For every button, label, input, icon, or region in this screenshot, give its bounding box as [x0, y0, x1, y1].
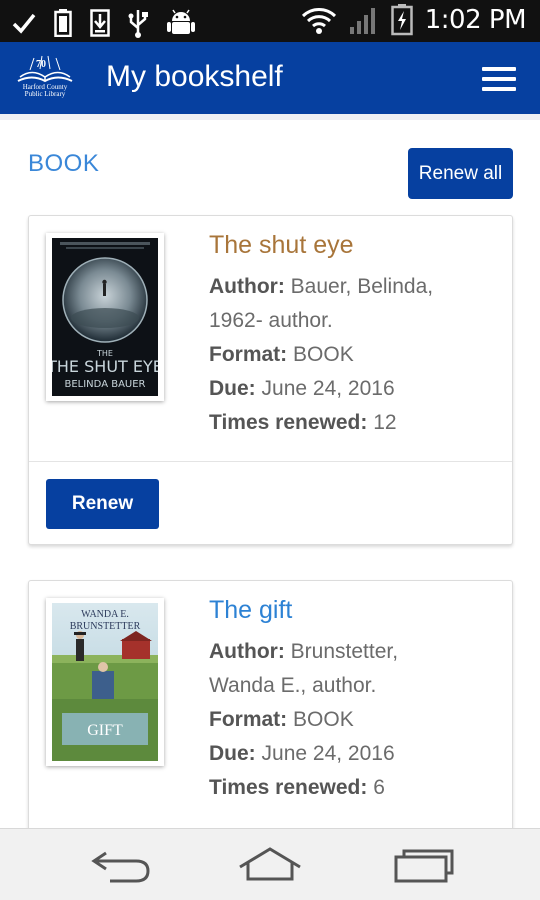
book-details: The gift Author: Brunstetter, Wanda E., …: [209, 595, 499, 805]
menu-bar: [482, 87, 516, 91]
battery-icon: [390, 4, 413, 36]
due-value: June 24, 2016: [261, 377, 395, 400]
author-label: Author:: [209, 275, 285, 298]
renewed-label: Times renewed:: [209, 411, 368, 434]
menu-bar: [482, 67, 516, 71]
renew-all-button[interactable]: Renew all: [408, 148, 513, 199]
home-icon[interactable]: [234, 843, 306, 887]
card-divider: [29, 461, 512, 462]
status-bar-left-icons: [12, 8, 196, 38]
status-bar: 1:02 PM: [0, 0, 540, 42]
system-nav-bar: [0, 828, 540, 900]
logo-caption-line: Public Library: [24, 90, 66, 98]
book-cover[interactable]: WANDA E. BRUNSTETTER GIFT: [46, 598, 164, 766]
renewed-line: Times renewed: 12: [209, 406, 499, 440]
cover-illustration-icon: WANDA E. BRUNSTETTER GIFT: [52, 603, 158, 761]
renew-button[interactable]: Renew: [46, 479, 159, 529]
renewed-line: Times renewed: 6: [209, 771, 499, 805]
cover-art-shut-eye: THE THE SHUT EYE BELINDA BAUER: [52, 238, 158, 396]
author-value: Bauer, Belinda,: [290, 275, 434, 298]
format-line: Format: BOOK: [209, 703, 499, 737]
cover-art-gift: WANDA E. BRUNSTETTER GIFT: [52, 603, 158, 761]
author-line: Author: Brunstetter,: [209, 635, 499, 669]
book-title-link[interactable]: The gift: [209, 595, 499, 625]
author-line: Author: Bauer, Belinda,: [209, 270, 499, 304]
author-value: Brunstetter,: [290, 640, 399, 663]
renewed-value: 12: [373, 411, 397, 434]
cover-title-text: THE SHUT EYE: [52, 357, 158, 376]
logo-number: 70: [36, 59, 46, 70]
due-line: Due: June 24, 2016: [209, 372, 499, 406]
cover-title-text: GIFT: [87, 722, 123, 739]
recent-apps-icon[interactable]: [386, 843, 458, 887]
book-details: The shut eye Author: Bauer, Belinda, 196…: [209, 230, 499, 440]
cover-author-text: BRUNSTETTER: [70, 621, 141, 632]
format-value: BOOK: [293, 343, 354, 366]
due-value: June 24, 2016: [261, 742, 395, 765]
check-icon: [12, 13, 36, 34]
book-cover[interactable]: THE THE SHUT EYE BELINDA BAUER: [46, 233, 164, 401]
wifi-icon: [301, 8, 336, 34]
bookshelf-content[interactable]: BOOK Renew all THE THE SHUT EYE BELINDA …: [0, 114, 540, 828]
renewed-label: Times renewed:: [209, 776, 368, 799]
renewed-value: 6: [373, 776, 385, 799]
page-title: My bookshelf: [106, 60, 283, 93]
author-line-continued: Wanda E., author.: [209, 674, 377, 697]
due-label: Due:: [209, 742, 256, 765]
book-title-link[interactable]: The shut eye: [209, 230, 499, 260]
hamburger-menu-icon[interactable]: [482, 67, 516, 91]
book-card: WANDA E. BRUNSTETTER GIFT The gift Autho…: [28, 580, 513, 828]
status-time: 1:02 PM: [424, 5, 527, 35]
format-label: Format:: [209, 708, 288, 731]
usb-icon: [128, 10, 148, 38]
format-label: Format:: [209, 343, 288, 366]
menu-bar: [482, 77, 516, 81]
cover-illustration-icon: THE THE SHUT EYE BELINDA BAUER: [52, 238, 158, 396]
library-logo[interactable]: 70 Harford County Public Library: [14, 54, 76, 102]
due-line: Due: June 24, 2016: [209, 737, 499, 771]
back-icon[interactable]: [86, 843, 158, 887]
section-title: BOOK: [28, 150, 100, 177]
format-line: Format: BOOK: [209, 338, 499, 372]
open-book-logo-icon: 70: [17, 55, 73, 83]
battery-saver-icon: [54, 9, 72, 37]
logo-caption: Harford County Public Library: [14, 84, 76, 98]
cover-author-text: BELINDA BAUER: [64, 379, 145, 390]
format-value: BOOK: [293, 708, 354, 731]
status-bar-right-icons: 1:02 PM: [301, 4, 527, 36]
author-label: Author:: [209, 640, 285, 663]
download-icon: [90, 9, 110, 37]
cover-author-text: WANDA E.: [81, 609, 129, 620]
content-divider: [0, 114, 540, 120]
author-line-continued: 1962- author.: [209, 309, 333, 332]
book-card: THE THE SHUT EYE BELINDA BAUER The shut …: [28, 215, 513, 545]
signal-icon: [349, 8, 375, 34]
app-bar: 70 Harford County Public Library My book…: [0, 42, 540, 114]
due-label: Due:: [209, 377, 256, 400]
android-icon: [167, 9, 195, 34]
